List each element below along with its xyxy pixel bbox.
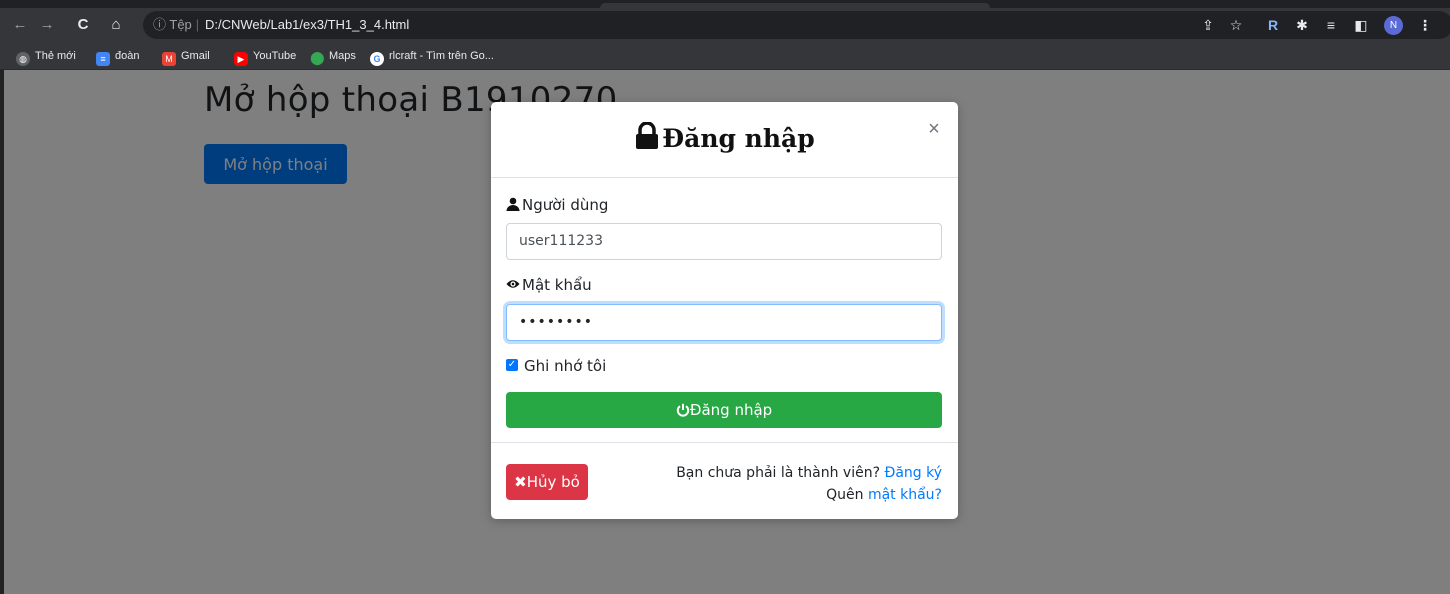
username-label-text: Người dùng (522, 196, 609, 214)
browser-toolbar: ← → C ⌂ ⓘ Tệp | D:/CNWeb/Lab1/ex3/TH1_3_4… (0, 8, 1450, 42)
bookmark-youtube[interactable]: ▶ YouTube (234, 42, 296, 70)
menu-kebab-icon[interactable]: ⋮ (1414, 8, 1436, 42)
bookmark-label: Thẻ mới (35, 50, 76, 62)
page-viewport: Mở hộp thoại B1910270 Mở hộp thoại Đăng … (0, 70, 1450, 594)
side-panel-icon[interactable]: ◧ (1350, 8, 1372, 42)
cancel-button[interactable]: ✖Hủy bỏ (506, 464, 588, 500)
google-icon: G (370, 52, 384, 66)
modal-title: Đăng nhập (491, 122, 958, 153)
youtube-icon: ▶ (234, 52, 248, 66)
lock-icon (636, 122, 659, 149)
bookmark-label: đoàn (115, 50, 140, 62)
remember-checkbox[interactable]: ✓ (506, 359, 518, 371)
password-label: Mật khẩu (506, 276, 592, 294)
login-modal: Đăng nhập × Người dùng user111233 Mật kh… (491, 102, 958, 519)
cancel-button-label: Hủy bỏ (526, 473, 580, 491)
bookmark-maps[interactable]: ⬤ Maps (310, 42, 356, 70)
profile-avatar[interactable]: N (1384, 16, 1403, 35)
login-button[interactable]: Đăng nhập (506, 392, 942, 428)
bookmark-label: rlcraft - Tìm trên Go... (389, 50, 494, 62)
url-text[interactable]: D:/CNWeb/Lab1/ex3/TH1_3_4.html (205, 11, 409, 39)
globe-icon: ◍ (16, 52, 30, 66)
window-edge (0, 70, 4, 594)
site-info[interactable]: ⓘ Tệp | (153, 11, 203, 39)
cancel-x-icon: ✖ (514, 473, 527, 491)
home-icon[interactable]: ⌂ (104, 8, 128, 42)
power-icon (676, 403, 689, 417)
username-input[interactable]: user111233 (506, 223, 942, 260)
bookmark-star-icon[interactable]: ☆ (1225, 8, 1247, 42)
remember-label[interactable]: Ghi nhớ tôi (524, 357, 606, 375)
password-input[interactable]: •••••••• (506, 304, 942, 341)
site-info-label: Tệp (169, 17, 192, 32)
close-icon[interactable]: × (923, 118, 945, 140)
login-button-label: Đăng nhập (689, 401, 773, 419)
bookmarks-bar: ◍ Thẻ mới ≡ đoàn M Gmail ▶ YouTube ⬤ Maps Grl… (0, 42, 1450, 70)
extension-r-icon[interactable]: R (1262, 8, 1284, 42)
modal-title-text: Đăng nhập (662, 124, 815, 153)
user-icon (506, 197, 520, 211)
password-label-text: Mật khẩu (522, 276, 592, 294)
eye-icon (506, 280, 520, 288)
reload-icon[interactable]: C (71, 8, 95, 42)
modal-footer: ✖Hủy bỏ Bạn chưa phải là thành viên? Đăn… (491, 442, 958, 519)
bookmark-doan[interactable]: ≡ đoàn (96, 42, 139, 70)
reading-list-icon[interactable]: ≡ (1320, 8, 1342, 42)
not-member-text: Bạn chưa phải là thành viên? (676, 465, 881, 481)
bookmark-label: Maps (329, 50, 356, 62)
register-line: Bạn chưa phải là thành viên? Đăng ký (676, 465, 942, 481)
bookmark-new-tab[interactable]: ◍ Thẻ mới (16, 42, 76, 70)
register-link[interactable]: Đăng ký (884, 465, 942, 481)
username-label: Người dùng (506, 196, 608, 214)
back-icon[interactable]: ← (8, 8, 32, 42)
forgot-password-link[interactable]: mật khẩu? (868, 487, 942, 503)
share-icon[interactable]: ⇪ (1197, 8, 1219, 42)
forgot-line: Quên mật khẩu? (826, 487, 942, 503)
modal-header: Đăng nhập × (491, 102, 958, 178)
extensions-puzzle-icon[interactable]: ✱ (1291, 8, 1313, 42)
bookmark-rlcraft[interactable]: Grlcraft - Tìm trên Go... (370, 42, 494, 70)
address-bar[interactable]: ⓘ Tệp | D:/CNWeb/Lab1/ex3/TH1_3_4.html (143, 11, 1450, 39)
bookmark-label: YouTube (253, 50, 297, 62)
forgot-text: Quên (826, 487, 864, 503)
tab-strip (0, 0, 1450, 8)
forward-icon[interactable]: → (35, 8, 59, 42)
docs-icon: ≡ (96, 52, 110, 66)
maps-icon: ⬤ (310, 50, 325, 65)
bookmark-gmail[interactable]: M Gmail (162, 42, 210, 70)
gmail-icon: M (162, 52, 176, 66)
bookmark-label: Gmail (181, 50, 210, 62)
